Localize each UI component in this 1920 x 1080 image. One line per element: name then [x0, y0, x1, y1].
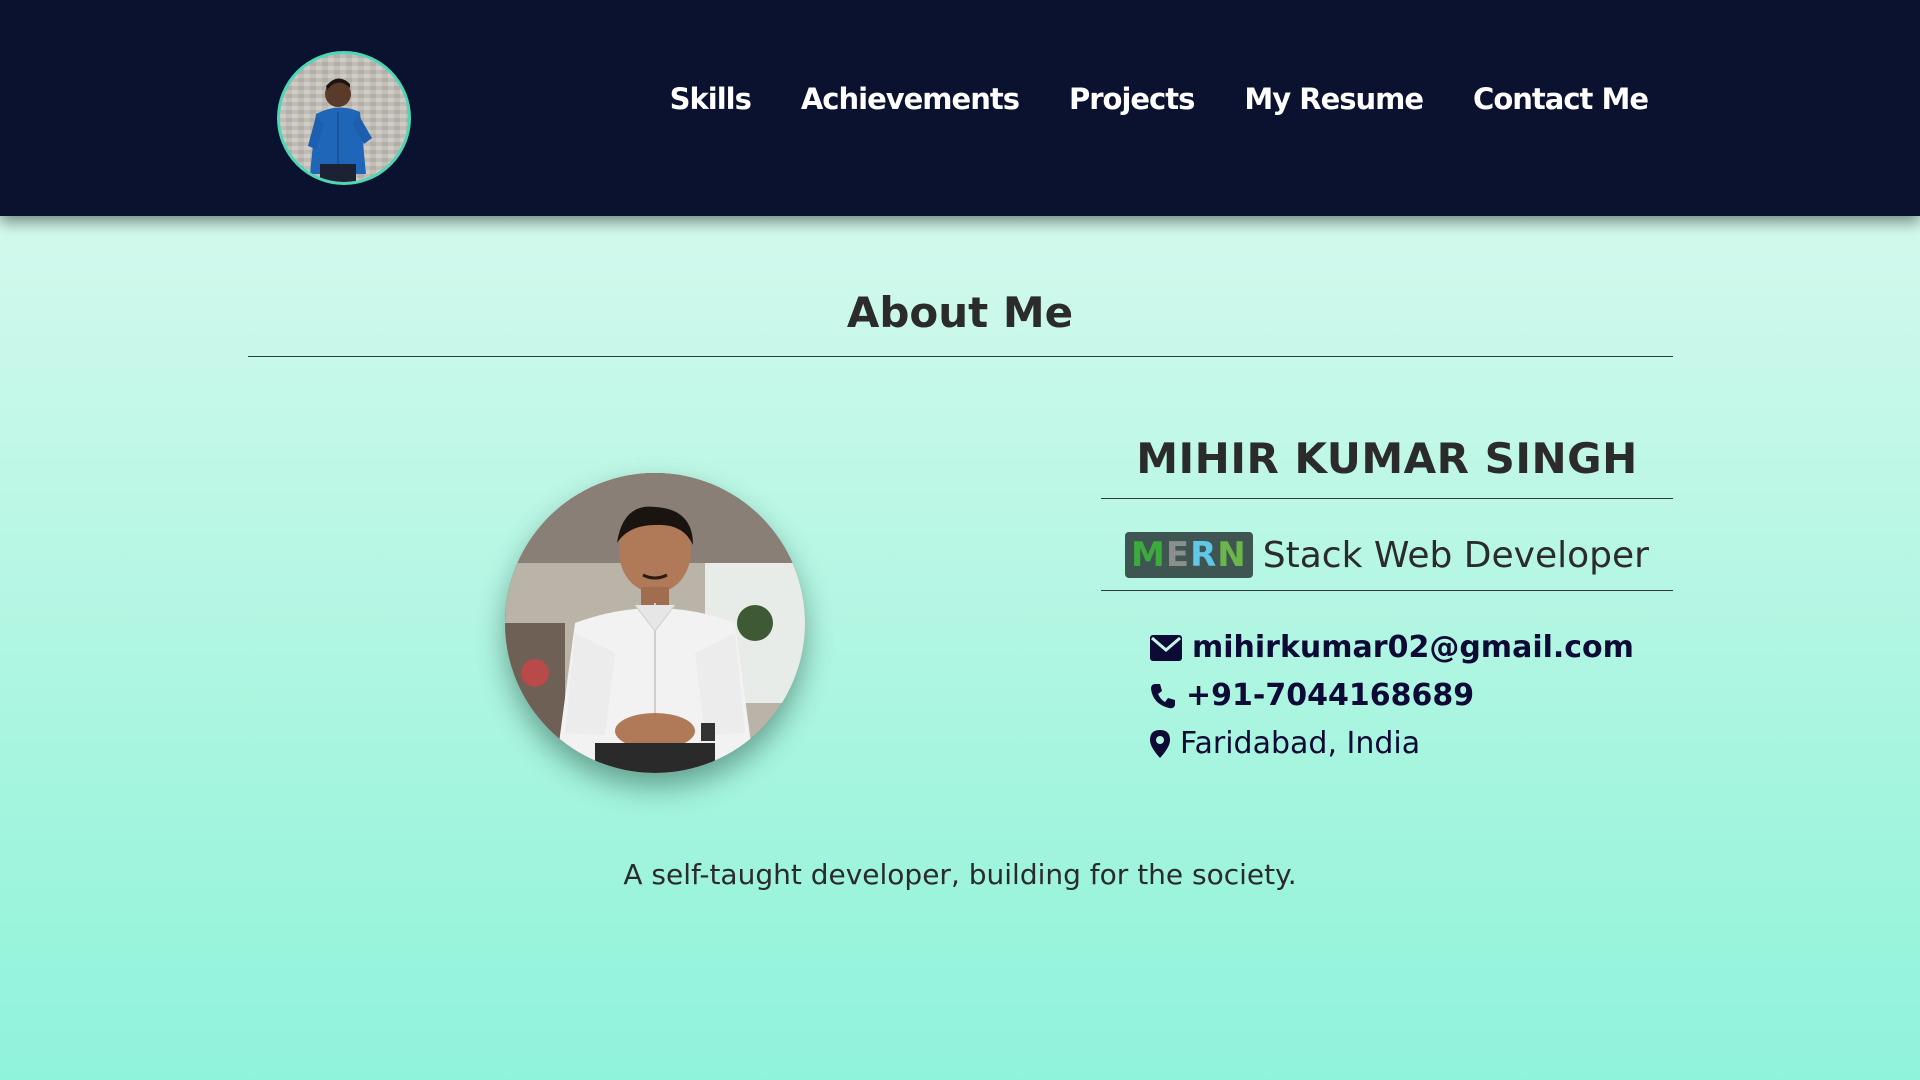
- badge-letter-r: R: [1190, 535, 1218, 575]
- role-text: Stack Web Developer: [1262, 534, 1649, 576]
- badge-letter-e: E: [1165, 535, 1191, 575]
- nav-contact-me[interactable]: Contact Me: [1473, 82, 1649, 116]
- name-divider: [1101, 498, 1673, 499]
- role-line: M E R N Stack Web Developer: [1101, 532, 1673, 578]
- badge-letter-n: N: [1217, 535, 1247, 575]
- role-divider: [1101, 590, 1673, 591]
- location-text: Faridabad, India: [1180, 726, 1421, 761]
- section-title: About Me: [846, 288, 1074, 337]
- nav-skills[interactable]: Skills: [670, 82, 752, 116]
- site-header: Skills Achievements Projects My Resume C…: [0, 0, 1920, 216]
- main-nav: Skills Achievements Projects My Resume C…: [670, 82, 1649, 116]
- phone-text[interactable]: +91-7044168689: [1186, 678, 1474, 713]
- person-name: MIHIR KUMAR SINGH: [1136, 434, 1638, 483]
- contact-location: Faridabad, India: [1150, 726, 1420, 761]
- mern-badge: M E R N: [1125, 532, 1253, 578]
- profile-photo: [505, 473, 805, 773]
- email-text[interactable]: mihirkumar02@gmail.com: [1192, 630, 1634, 665]
- envelope-icon: [1150, 634, 1182, 661]
- nav-projects[interactable]: Projects: [1069, 82, 1195, 116]
- badge-letter-m: M: [1131, 535, 1166, 575]
- profile-photo-image: [505, 473, 805, 773]
- nav-my-resume[interactable]: My Resume: [1244, 82, 1424, 116]
- nav-achievements[interactable]: Achievements: [801, 82, 1020, 116]
- phone-icon: [1150, 683, 1176, 709]
- contact-email[interactable]: mihirkumar02@gmail.com: [1150, 630, 1634, 665]
- avatar-photo: [308, 78, 372, 182]
- contact-phone[interactable]: +91-7044168689: [1150, 678, 1474, 713]
- map-marker-icon: [1150, 729, 1170, 758]
- tagline: A self-taught developer, building for th…: [623, 858, 1297, 891]
- profile-avatar[interactable]: [277, 51, 411, 185]
- section-divider: [248, 356, 1673, 357]
